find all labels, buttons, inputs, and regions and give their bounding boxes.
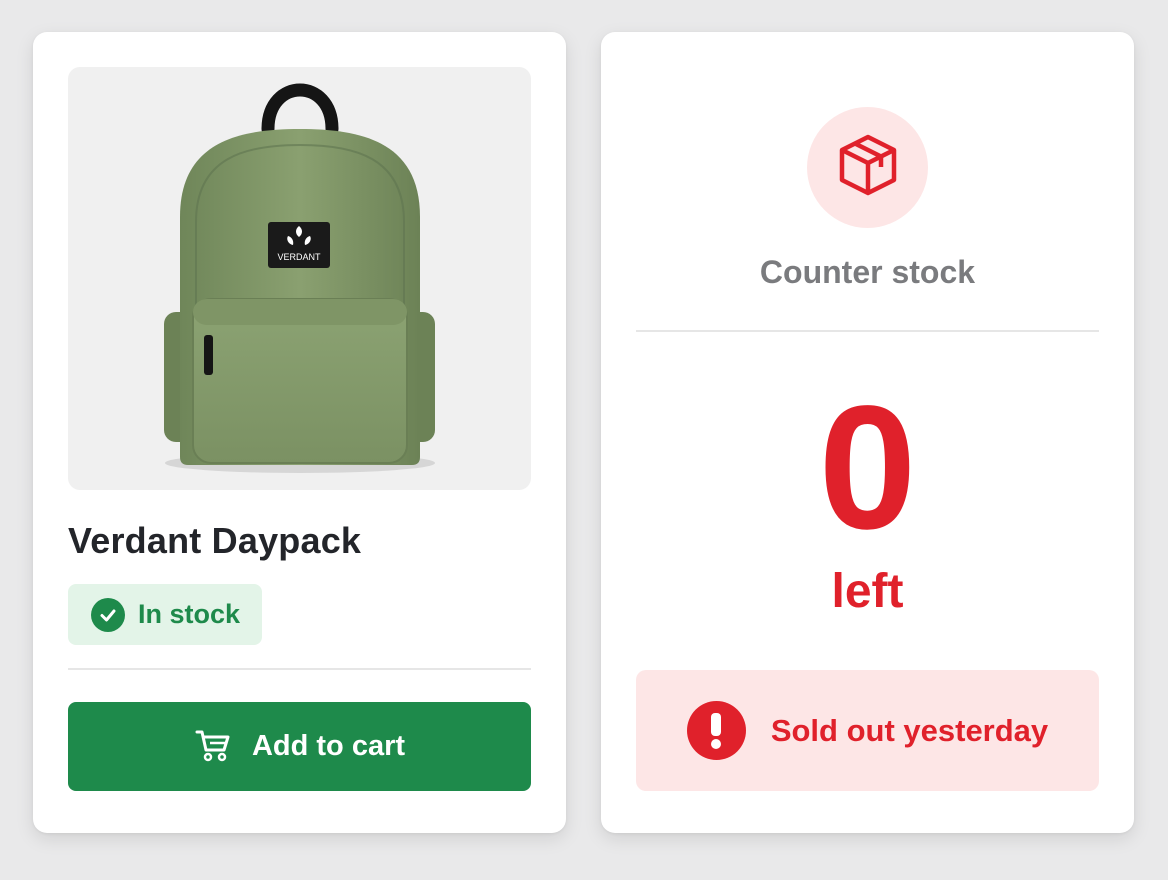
add-to-cart-button[interactable]: Add to cart [68, 702, 531, 791]
add-to-cart-label: Add to cart [251, 730, 406, 762]
backpack-illustration: VERDANT [164, 83, 435, 473]
availability-badge: In stock [68, 584, 262, 645]
availability-label: In stock [138, 599, 241, 629]
product-card: VERDANT Verdant Daypack In stock Add to … [33, 32, 566, 833]
product-title: Verdant Daypack [68, 520, 362, 561]
brand-patch-label: VERDANT [277, 252, 321, 262]
stock-count: 0 [818, 370, 917, 566]
divider [636, 330, 1099, 332]
box-icon [834, 131, 902, 204]
cart-icon [194, 726, 232, 767]
alert-message: Sold out yesterday [770, 712, 1049, 748]
stock-heading: Counter stock [759, 254, 976, 290]
stock-icon-badge [807, 107, 928, 228]
exclamation-circle-icon [686, 701, 746, 760]
stock-unit-label: left [831, 565, 904, 618]
divider [68, 668, 531, 670]
stock-card: Counter stock 0 left Sold out yesterday [601, 32, 1134, 833]
check-circle-icon [91, 597, 125, 632]
sold-out-alert: Sold out yesterday [636, 670, 1099, 791]
product-image[interactable]: VERDANT [68, 67, 531, 490]
